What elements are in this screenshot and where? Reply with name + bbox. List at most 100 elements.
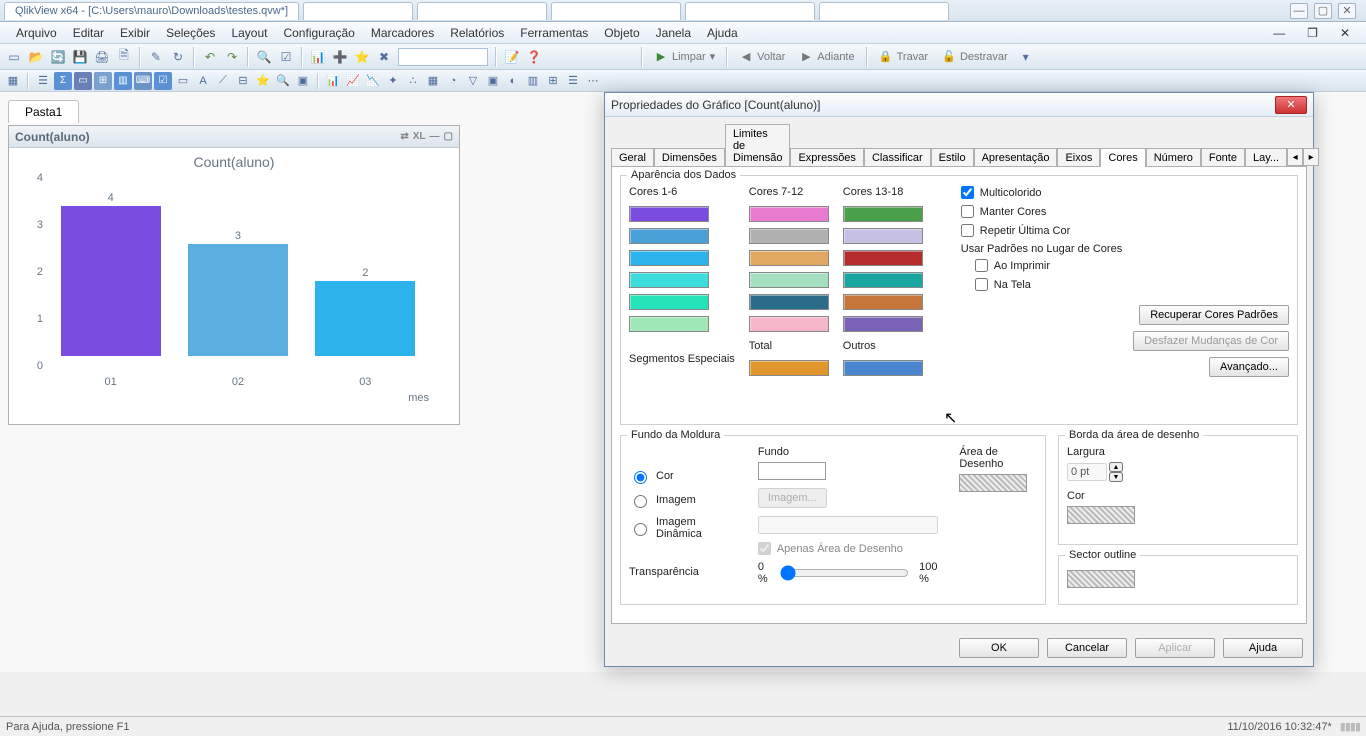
doc-minimize-icon[interactable]: —: [1265, 23, 1293, 43]
button-object-icon[interactable]: ▭: [174, 72, 192, 90]
back-button[interactable]: ◀Voltar: [733, 48, 791, 65]
doc-close-icon[interactable]: ✕: [1332, 23, 1358, 43]
radar-icon[interactable]: ✦: [384, 72, 402, 90]
color-swatch[interactable]: [629, 228, 709, 244]
dialog-tab-limites-de-dimens-o[interactable]: Limites de Dimensão: [725, 124, 791, 167]
menu-relatorios[interactable]: Relatórios: [442, 23, 512, 43]
dynimg-field[interactable]: [758, 516, 938, 534]
clear-selections-button[interactable]: ▶Limpar▾: [648, 48, 721, 65]
chart-object[interactable]: Count(aluno) ⇄ XL — ▢ Count(aluno) 43210…: [8, 125, 460, 425]
sector-swatch[interactable]: [1067, 570, 1135, 588]
open-file-icon[interactable]: 📂: [26, 47, 46, 67]
grid-icon[interactable]: ▦: [424, 72, 442, 90]
new-file-icon[interactable]: ▭: [4, 47, 24, 67]
dialog-titlebar[interactable]: Propriedades do Gráfico [Count(aluno)] ✕: [605, 93, 1313, 117]
save-icon[interactable]: 💾: [70, 47, 90, 67]
multicolor-checkbox[interactable]: [961, 186, 974, 199]
selectbox-icon[interactable]: ☑: [154, 72, 172, 90]
undo-layout-icon[interactable]: ↶: [200, 47, 220, 67]
color-swatch[interactable]: [749, 250, 829, 266]
bookmark-remove-icon[interactable]: ✖: [374, 47, 394, 67]
dialog-tab-eixos[interactable]: Eixos: [1057, 148, 1100, 167]
color-swatch[interactable]: [843, 250, 923, 266]
ok-button[interactable]: OK: [959, 638, 1039, 658]
color-swatch[interactable]: [749, 206, 829, 222]
image-button[interactable]: Imagem...: [758, 488, 827, 508]
multibox-icon[interactable]: ▭: [74, 72, 92, 90]
window-minimize-icon[interactable]: —: [1290, 3, 1308, 19]
tab-scroll-right[interactable]: ▸: [1303, 148, 1319, 166]
window-maximize-icon[interactable]: ▢: [1314, 3, 1332, 19]
window-close-icon[interactable]: ✕: [1338, 3, 1356, 19]
block-icon[interactable]: ▣: [484, 72, 502, 90]
repeat-last-checkbox[interactable]: [961, 224, 974, 237]
color-swatch[interactable]: [629, 206, 709, 222]
bookmark-object-icon[interactable]: ⭐: [254, 72, 272, 90]
straighttable-icon[interactable]: ☰: [564, 72, 582, 90]
color-swatch[interactable]: [843, 294, 923, 310]
help-button[interactable]: Ajuda: [1223, 638, 1303, 658]
os-tab[interactable]: [819, 2, 949, 20]
add-sheet-icon[interactable]: ➕: [330, 47, 350, 67]
menu-janela[interactable]: Janela: [648, 23, 699, 43]
frame-image-radio[interactable]: [634, 495, 647, 508]
bg-color-swatch[interactable]: [758, 462, 826, 480]
only-plot-checkbox[interactable]: [758, 542, 771, 555]
help-icon[interactable]: ❓: [524, 47, 544, 67]
print-preview-icon[interactable]: 🗎: [114, 47, 134, 67]
advanced-button[interactable]: Avançado...: [1209, 357, 1289, 377]
os-tab[interactable]: QlikView x64 - [C:\Users\mauro\Downloads…: [4, 2, 299, 20]
recover-colors-button[interactable]: Recuperar Cores Padrões: [1139, 305, 1289, 325]
color-swatch[interactable]: [749, 228, 829, 244]
color-swatch[interactable]: [843, 228, 923, 244]
chart-minimize-icon[interactable]: —: [430, 131, 440, 142]
menu-arquivo[interactable]: Arquivo: [8, 23, 65, 43]
dialog-tab-estilo[interactable]: Estilo: [931, 148, 974, 167]
search-object-icon[interactable]: 🔍: [274, 72, 292, 90]
color-swatch[interactable]: [843, 316, 923, 332]
cancel-button[interactable]: Cancelar: [1047, 638, 1127, 658]
menu-selecoes[interactable]: Seleções: [158, 23, 223, 43]
width-down-icon[interactable]: ▼: [1109, 472, 1123, 482]
menu-ajuda[interactable]: Ajuda: [699, 23, 746, 43]
bar[interactable]: [315, 281, 415, 356]
menu-editar[interactable]: Editar: [65, 23, 112, 43]
transparency-slider[interactable]: [780, 565, 909, 581]
menu-exibir[interactable]: Exibir: [112, 23, 158, 43]
color-swatch[interactable]: [629, 294, 709, 310]
statbox-icon[interactable]: Σ: [54, 72, 72, 90]
menu-configuracao[interactable]: Configuração: [275, 23, 362, 43]
bar[interactable]: [61, 206, 161, 356]
search-icon[interactable]: 🔍: [254, 47, 274, 67]
color-swatch[interactable]: [629, 250, 709, 266]
combochart-icon[interactable]: 📉: [364, 72, 382, 90]
tab-scroll-left[interactable]: ◂: [1287, 148, 1303, 166]
chart-icon[interactable]: ▥: [114, 72, 132, 90]
barchart-icon[interactable]: 📊: [324, 72, 342, 90]
color-swatch[interactable]: [749, 272, 829, 288]
funnel-icon[interactable]: ▽: [464, 72, 482, 90]
sheet-tab[interactable]: Pasta1: [8, 100, 79, 123]
width-field[interactable]: [1067, 463, 1107, 481]
os-tab[interactable]: [685, 2, 815, 20]
frame-color-radio[interactable]: [634, 471, 647, 484]
menu-layout[interactable]: Layout: [223, 23, 275, 43]
total-swatch[interactable]: [749, 360, 829, 376]
dialog-tab-classificar[interactable]: Classificar: [864, 148, 931, 167]
on-screen-checkbox[interactable]: [975, 278, 988, 291]
menu-objeto[interactable]: Objeto: [596, 23, 647, 43]
reload-icon[interactable]: ↻: [168, 47, 188, 67]
menu-ferramentas[interactable]: Ferramentas: [512, 23, 596, 43]
color-swatch[interactable]: [843, 272, 923, 288]
dialog-tab-express-es[interactable]: Expressões: [790, 148, 863, 167]
menu-marcadores[interactable]: Marcadores: [363, 23, 442, 43]
lock-button[interactable]: 🔒Travar: [873, 48, 934, 65]
keep-colors-checkbox[interactable]: [961, 205, 974, 218]
outros-swatch[interactable]: [843, 360, 923, 376]
linechart-icon[interactable]: 📈: [344, 72, 362, 90]
undo-colors-button[interactable]: Desfazer Mudanças de Cor: [1133, 331, 1289, 351]
forward-button[interactable]: ▶Adiante: [793, 48, 860, 65]
listbox-icon[interactable]: ☰: [34, 72, 52, 90]
quick-chart-icon[interactable]: 📊: [308, 47, 328, 67]
os-tab[interactable]: [303, 2, 413, 20]
